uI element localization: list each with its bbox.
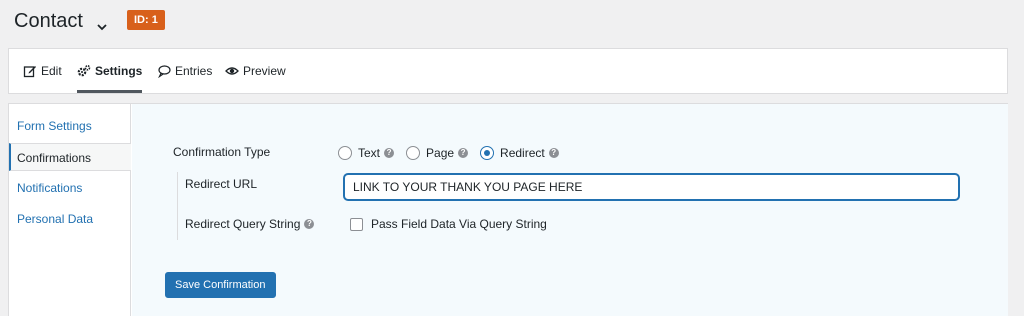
form-id-badge: ID: 1 [127, 10, 165, 30]
chevron-down-icon[interactable] [95, 17, 109, 31]
pass-field-data-checkbox[interactable] [350, 217, 363, 231]
tab-settings[interactable]: Settings [77, 49, 143, 93]
form-title-text: Contact [14, 10, 83, 32]
page-header: Contact ID: 1 [0, 0, 1024, 46]
tab-edit[interactable]: Edit [23, 49, 62, 93]
confirmation-type-label: Confirmation Type [173, 145, 271, 159]
tab-entries-label: Entries [175, 64, 213, 78]
redirect-query-string-label-row: Redirect Query String ? [185, 217, 315, 231]
tab-edit-label: Edit [41, 64, 62, 78]
help-icon[interactable]: ? [458, 148, 469, 158]
radio-redirect[interactable] [480, 146, 495, 160]
sub-settings-divider [177, 172, 178, 240]
settings-sidebar: Form Settings Confirmations Notification… [9, 104, 131, 316]
radio-text[interactable] [338, 146, 352, 160]
help-icon[interactable]: ? [384, 148, 395, 158]
radio-text-label: Text [358, 146, 381, 160]
sidebar-item-confirmations[interactable]: Confirmations [9, 143, 131, 171]
redirect-query-string-label: Redirect Query String [185, 217, 301, 231]
sidebar-item-notifications[interactable]: Notifications [9, 174, 131, 202]
radio-option-redirect[interactable]: Redirect ? [480, 146, 559, 160]
tab-preview-label: Preview [243, 64, 286, 78]
comment-icon [157, 64, 171, 79]
confirmation-type-radios: Text ? Page ? Redirect ? [338, 146, 571, 160]
redirect-url-label: Redirect URL [185, 177, 258, 191]
help-icon[interactable]: ? [304, 219, 315, 229]
pass-field-data-label: Pass Field Data Via Query String [371, 217, 547, 231]
sidebar-item-personal-data[interactable]: Personal Data [9, 205, 131, 233]
tab-settings-label: Settings [95, 64, 143, 78]
radio-option-text[interactable]: Text ? [338, 146, 395, 160]
form-toolbar: Edit Settings Entries Preview [8, 48, 1008, 94]
radio-redirect-label: Redirect [500, 146, 545, 160]
form-title[interactable]: Contact [14, 10, 109, 33]
sidebar-item-form-settings[interactable]: Form Settings [9, 112, 131, 140]
settings-panel: Form Settings Confirmations Notification… [8, 103, 1008, 316]
help-icon[interactable]: ? [548, 148, 559, 158]
radio-page-label: Page [426, 146, 455, 160]
radio-option-page[interactable]: Page ? [406, 146, 469, 160]
gears-icon [77, 64, 91, 78]
save-confirmation-button[interactable]: Save Confirmation [165, 272, 276, 298]
eye-icon [225, 64, 239, 78]
redirect-url-input[interactable] [344, 174, 959, 200]
radio-page[interactable] [406, 146, 421, 160]
confirmation-content: Confirmation Type Text ? Page ? Redirect… [132, 104, 1008, 316]
pass-field-data-row[interactable]: Pass Field Data Via Query String [350, 217, 547, 231]
tab-entries[interactable]: Entries [157, 49, 212, 93]
edit-icon [23, 64, 37, 78]
tab-preview[interactable]: Preview [225, 49, 286, 93]
